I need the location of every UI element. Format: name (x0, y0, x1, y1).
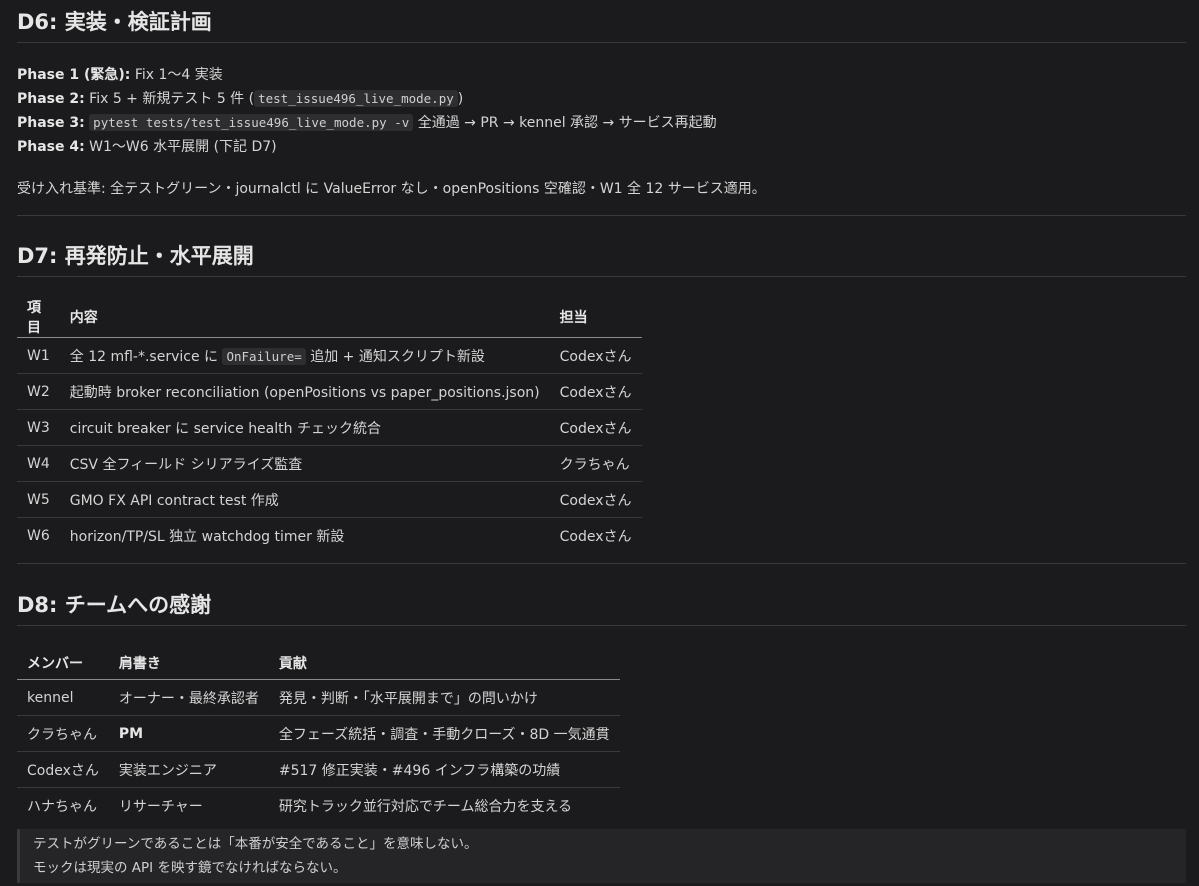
heading-underline (17, 42, 1186, 43)
quote-line-2: モックは現実の API を映す鏡でなければならない。 (33, 860, 347, 876)
item-id: W2 (17, 373, 60, 410)
item-content: 起動時 broker reconciliation (openPositions… (59, 373, 550, 410)
table-row: W3 circuit breaker に service health チェック… (17, 409, 642, 446)
table-row: kennel オーナー・最終承認者 発見・判断・「水平展開まで」の問いかけ (17, 679, 620, 716)
member-role: オーナー・最終承認者 (108, 679, 269, 716)
item-content: circuit breaker に service health チェック統合 (59, 409, 550, 446)
item-owner: Codexさん (549, 337, 642, 374)
member-name: kennel (17, 679, 109, 716)
phase-4-label: Phase 4: (17, 139, 85, 155)
item-id: W5 (17, 481, 60, 518)
table-row: ハナちゃん リサーチャー 研究トラック並行対応でチーム総合力を支える (17, 788, 620, 824)
table-row: クラちゃん PM 全フェーズ統括・調査・手動クローズ・8D 一気通貫 (17, 715, 620, 752)
member-name: Codexさん (17, 751, 109, 788)
column-header-member: メンバー (17, 646, 109, 680)
phase-2-label: Phase 2: (17, 91, 85, 107)
item-content: horizon/TP/SL 独立 watchdog timer 新設 (69, 528, 345, 545)
item-content: 全 12 mfl-*.service に OnFailure= 追加 + 通知ス… (59, 337, 550, 374)
member-role: 実装エンジニア (108, 751, 269, 788)
column-header-role: 肩書き (108, 646, 269, 680)
table-row: Codexさん 実装エンジニア #517 修正実装・#496 インフラ構築の功績 (17, 751, 620, 788)
column-header-contribution: 貢献 (268, 646, 620, 680)
member-contribution: 研究トラック並行対応でチーム総合力を支える (278, 798, 573, 815)
section-title-d7: D7: 再発防止・水平展開 (17, 244, 254, 268)
item-id: W3 (17, 409, 60, 446)
phase-2-post: ) (457, 91, 464, 107)
phase-2-code: test_issue496_live_mode.py (254, 90, 458, 107)
item-content: GMO FX API contract test 作成 (59, 481, 550, 518)
section-title-d6: D6: 実装・検証計画 (17, 10, 212, 34)
phase-3-label: Phase 3: (17, 115, 85, 131)
item-owner: クラちゃん (549, 445, 642, 482)
item-content: CSV 全フィールド シリアライズ監査 (59, 445, 550, 482)
countermeasure-table: 項目 内容 担当 W1 全 12 mfl-*.service に OnFailu… (17, 297, 642, 553)
phase-list: Phase 1 (緊急): Fix 1〜4 実装 Phase 2: Fix 5 … (17, 63, 1186, 159)
item-owner: Codexさん (549, 409, 642, 446)
acceptance-criteria: 受け入れ基準: 全テストグリーン・journalctl に ValueError… (17, 181, 766, 197)
table-header-row: 項目 内容 担当 (17, 297, 642, 338)
phase-3-post: 全通過 → PR → kennel 承認 → サービス再起動 (413, 115, 717, 131)
phase-3: Phase 3: pytest tests/test_issue496_live… (17, 111, 1186, 135)
phase-4: Phase 4: W1〜W6 水平展開 (下記 D7) (17, 135, 1186, 159)
table-row: W4 CSV 全フィールド シリアライズ監査 クラちゃん (17, 445, 642, 482)
section-divider (17, 215, 1186, 216)
member-role: リサーチャー (118, 798, 203, 815)
member-name: クラちゃん (17, 715, 109, 752)
inline-code: OnFailure= (222, 347, 306, 365)
phase-1-text: Fix 1〜4 実装 (130, 67, 223, 83)
document-page: D6: 実装・検証計画 Phase 1 (緊急): Fix 1〜4 実装 Pha… (0, 0, 1199, 886)
item-id: W4 (17, 445, 60, 482)
phase-1-label: Phase 1 (緊急): (17, 67, 131, 83)
item-owner: Codexさん (559, 528, 632, 545)
item-id: W1 (17, 337, 60, 374)
member-contribution: 発見・判断・「水平展開まで」の問いかけ (268, 679, 620, 716)
member-role: PM (108, 715, 269, 752)
member-name: ハナちゃん (27, 798, 97, 815)
phase-3-code: pytest tests/test_issue496_live_mode.py … (89, 114, 414, 131)
quote-line-1: テストがグリーンであることは「本番が安全であること」を意味しない。 (33, 836, 478, 852)
column-header-item: 項目 (17, 297, 60, 338)
section-divider (17, 563, 1186, 564)
closing-blockquote: テストがグリーンであることは「本番が安全であること」を意味しない。 モックは現実… (17, 829, 1186, 883)
item-owner: Codexさん (549, 373, 642, 410)
table-row: W5 GMO FX API contract test 作成 Codexさん (17, 481, 642, 518)
phase-1: Phase 1 (緊急): Fix 1〜4 実装 (17, 63, 1186, 87)
table-row: W1 全 12 mfl-*.service に OnFailure= 追加 + … (17, 337, 642, 374)
phase-2: Phase 2: Fix 5 + 新規テスト 5 件 (test_issue49… (17, 87, 1186, 111)
phase-4-text: W1〜W6 水平展開 (下記 D7) (84, 139, 277, 155)
table-row: W2 起動時 broker reconciliation (openPositi… (17, 373, 642, 410)
section-title-d8: D8: チームへの感謝 (17, 593, 212, 617)
heading-underline (17, 625, 1186, 626)
table-header-row: メンバー 肩書き 貢献 (17, 646, 620, 680)
member-contribution: 全フェーズ統括・調査・手動クローズ・8D 一気通貫 (268, 715, 620, 752)
heading-underline (17, 276, 1186, 277)
table-row: W6 horizon/TP/SL 独立 watchdog timer 新設 Co… (17, 518, 642, 554)
column-header-owner: 担当 (549, 297, 642, 338)
item-id: W6 (27, 527, 50, 544)
column-header-content: 内容 (59, 297, 550, 338)
member-contribution: #517 修正実装・#496 インフラ構築の功績 (268, 751, 620, 788)
team-thanks-table: メンバー 肩書き 貢献 kennel オーナー・最終承認者 発見・判断・「水平展… (17, 646, 620, 823)
phase-2-pre: Fix 5 + 新規テスト 5 件 ( (84, 91, 255, 107)
item-owner: Codexさん (549, 481, 642, 518)
